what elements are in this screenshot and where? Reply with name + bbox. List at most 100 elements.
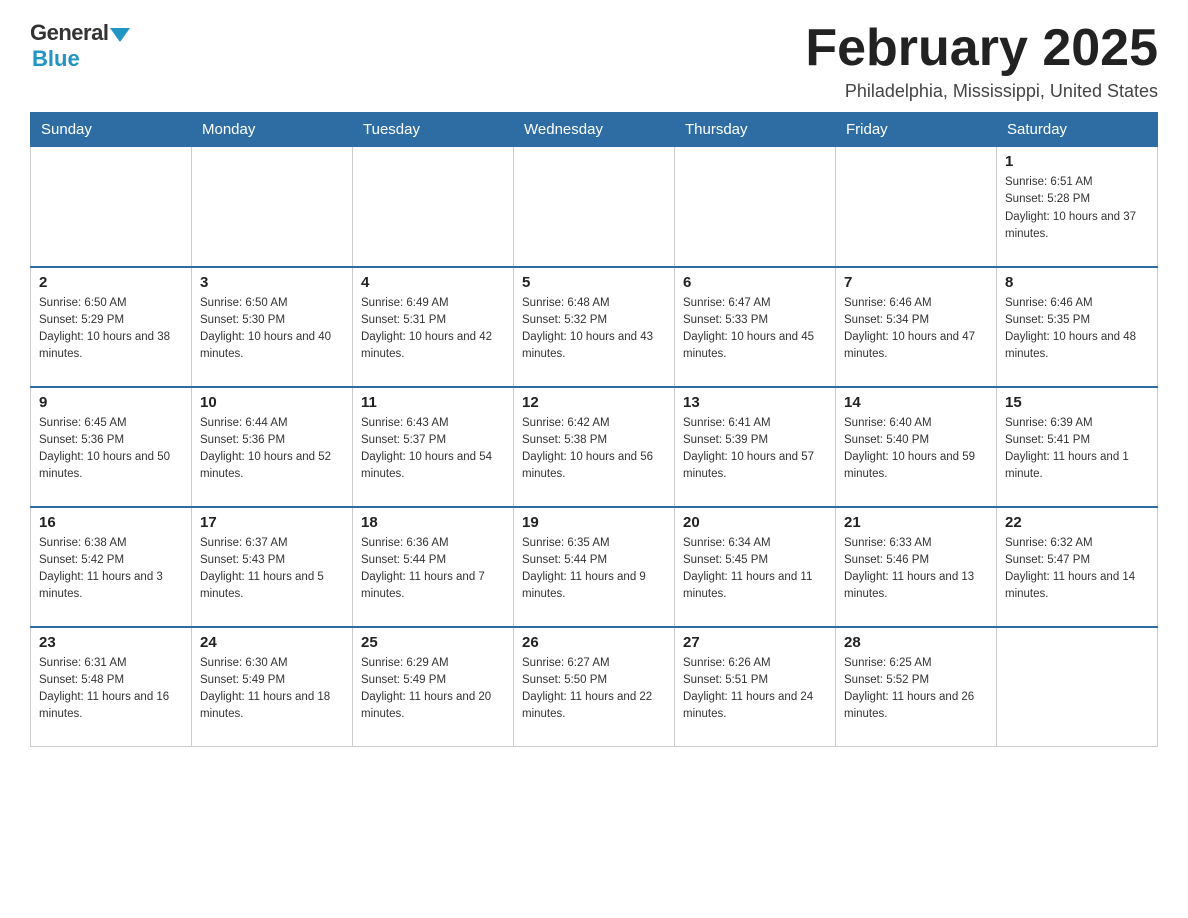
- day-number: 15: [1005, 394, 1149, 411]
- day-info: Sunrise: 6:45 AMSunset: 5:36 PMDaylight:…: [39, 415, 183, 484]
- calendar-cell: 17 Sunrise: 6:37 AMSunset: 5:43 PMDayligh…: [192, 507, 353, 627]
- logo-general-text: General: [30, 20, 108, 46]
- day-info: Sunrise: 6:33 AMSunset: 5:46 PMDaylight:…: [844, 535, 988, 604]
- calendar-cell: 18 Sunrise: 6:36 AMSunset: 5:44 PMDayligh…: [353, 507, 514, 627]
- day-number: 2: [39, 274, 183, 291]
- day-number: 28: [844, 634, 988, 651]
- location-label: Philadelphia, Mississippi, United States: [805, 81, 1158, 102]
- day-number: 9: [39, 394, 183, 411]
- calendar-cell: 16 Sunrise: 6:38 AMSunset: 5:42 PMDayligh…: [31, 507, 192, 627]
- day-info: Sunrise: 6:40 AMSunset: 5:40 PMDaylight:…: [844, 415, 988, 484]
- day-number: 14: [844, 394, 988, 411]
- calendar-cell: 2 Sunrise: 6:50 AMSunset: 5:29 PMDaylight…: [31, 267, 192, 387]
- day-info: Sunrise: 6:41 AMSunset: 5:39 PMDaylight:…: [683, 415, 827, 484]
- day-number: 22: [1005, 514, 1149, 531]
- calendar-cell: 20 Sunrise: 6:34 AMSunset: 5:45 PMDayligh…: [675, 507, 836, 627]
- weekday-header-sunday: Sunday: [31, 113, 192, 147]
- calendar-cell: 24 Sunrise: 6:30 AMSunset: 5:49 PMDayligh…: [192, 627, 353, 747]
- day-info: Sunrise: 6:46 AMSunset: 5:34 PMDaylight:…: [844, 295, 988, 364]
- logo-arrow-icon: [110, 28, 130, 42]
- day-info: Sunrise: 6:49 AMSunset: 5:31 PMDaylight:…: [361, 295, 505, 364]
- calendar-cell: [997, 627, 1158, 747]
- day-info: Sunrise: 6:44 AMSunset: 5:36 PMDaylight:…: [200, 415, 344, 484]
- month-title: February 2025: [805, 20, 1158, 77]
- day-info: Sunrise: 6:42 AMSunset: 5:38 PMDaylight:…: [522, 415, 666, 484]
- calendar-cell: 1 Sunrise: 6:51 AMSunset: 5:28 PMDaylight…: [997, 147, 1158, 267]
- day-number: 27: [683, 634, 827, 651]
- calendar-week-row: 2 Sunrise: 6:50 AMSunset: 5:29 PMDaylight…: [31, 267, 1158, 387]
- day-number: 25: [361, 634, 505, 651]
- calendar-cell: [675, 147, 836, 267]
- day-number: 11: [361, 394, 505, 411]
- day-info: Sunrise: 6:25 AMSunset: 5:52 PMDaylight:…: [844, 655, 988, 724]
- calendar-table: SundayMondayTuesdayWednesdayThursdayFrid…: [30, 112, 1158, 747]
- calendar-header-row: SundayMondayTuesdayWednesdayThursdayFrid…: [31, 113, 1158, 147]
- day-number: 21: [844, 514, 988, 531]
- calendar-week-row: 23 Sunrise: 6:31 AMSunset: 5:48 PMDayligh…: [31, 627, 1158, 747]
- calendar-cell: 13 Sunrise: 6:41 AMSunset: 5:39 PMDayligh…: [675, 387, 836, 507]
- calendar-cell: [353, 147, 514, 267]
- logo: General Blue: [30, 20, 130, 72]
- day-number: 20: [683, 514, 827, 531]
- calendar-cell: 21 Sunrise: 6:33 AMSunset: 5:46 PMDayligh…: [836, 507, 997, 627]
- calendar-cell: 11 Sunrise: 6:43 AMSunset: 5:37 PMDayligh…: [353, 387, 514, 507]
- calendar-cell: 9 Sunrise: 6:45 AMSunset: 5:36 PMDaylight…: [31, 387, 192, 507]
- calendar-cell: [31, 147, 192, 267]
- day-info: Sunrise: 6:43 AMSunset: 5:37 PMDaylight:…: [361, 415, 505, 484]
- day-info: Sunrise: 6:36 AMSunset: 5:44 PMDaylight:…: [361, 535, 505, 604]
- day-number: 19: [522, 514, 666, 531]
- calendar-cell: 23 Sunrise: 6:31 AMSunset: 5:48 PMDayligh…: [31, 627, 192, 747]
- calendar-cell: [836, 147, 997, 267]
- day-info: Sunrise: 6:51 AMSunset: 5:28 PMDaylight:…: [1005, 174, 1149, 243]
- day-number: 12: [522, 394, 666, 411]
- day-info: Sunrise: 6:31 AMSunset: 5:48 PMDaylight:…: [39, 655, 183, 724]
- day-number: 26: [522, 634, 666, 651]
- header-right: February 2025 Philadelphia, Mississippi,…: [805, 20, 1158, 102]
- calendar-week-row: 9 Sunrise: 6:45 AMSunset: 5:36 PMDaylight…: [31, 387, 1158, 507]
- calendar-cell: 12 Sunrise: 6:42 AMSunset: 5:38 PMDayligh…: [514, 387, 675, 507]
- day-info: Sunrise: 6:32 AMSunset: 5:47 PMDaylight:…: [1005, 535, 1149, 604]
- weekday-header-saturday: Saturday: [997, 113, 1158, 147]
- day-info: Sunrise: 6:48 AMSunset: 5:32 PMDaylight:…: [522, 295, 666, 364]
- calendar-cell: [514, 147, 675, 267]
- day-number: 18: [361, 514, 505, 531]
- day-info: Sunrise: 6:29 AMSunset: 5:49 PMDaylight:…: [361, 655, 505, 724]
- weekday-header-monday: Monday: [192, 113, 353, 147]
- day-number: 23: [39, 634, 183, 651]
- day-number: 3: [200, 274, 344, 291]
- calendar-cell: 15 Sunrise: 6:39 AMSunset: 5:41 PMDayligh…: [997, 387, 1158, 507]
- day-number: 17: [200, 514, 344, 531]
- day-info: Sunrise: 6:27 AMSunset: 5:50 PMDaylight:…: [522, 655, 666, 724]
- weekday-header-thursday: Thursday: [675, 113, 836, 147]
- calendar-cell: 3 Sunrise: 6:50 AMSunset: 5:30 PMDaylight…: [192, 267, 353, 387]
- day-number: 16: [39, 514, 183, 531]
- weekday-header-tuesday: Tuesday: [353, 113, 514, 147]
- day-info: Sunrise: 6:39 AMSunset: 5:41 PMDaylight:…: [1005, 415, 1149, 484]
- day-info: Sunrise: 6:50 AMSunset: 5:30 PMDaylight:…: [200, 295, 344, 364]
- day-info: Sunrise: 6:34 AMSunset: 5:45 PMDaylight:…: [683, 535, 827, 604]
- day-info: Sunrise: 6:37 AMSunset: 5:43 PMDaylight:…: [200, 535, 344, 604]
- day-info: Sunrise: 6:46 AMSunset: 5:35 PMDaylight:…: [1005, 295, 1149, 364]
- calendar-cell: 25 Sunrise: 6:29 AMSunset: 5:49 PMDayligh…: [353, 627, 514, 747]
- day-number: 8: [1005, 274, 1149, 291]
- day-number: 5: [522, 274, 666, 291]
- day-info: Sunrise: 6:35 AMSunset: 5:44 PMDaylight:…: [522, 535, 666, 604]
- calendar-cell: 6Sunrise: 6:47 AMSunset: 5:33 PMDaylight…: [675, 267, 836, 387]
- calendar-week-row: 1 Sunrise: 6:51 AMSunset: 5:28 PMDaylight…: [31, 147, 1158, 267]
- day-info: Sunrise: 6:47 AMSunset: 5:33 PMDaylight:…: [683, 295, 827, 364]
- weekday-header-wednesday: Wednesday: [514, 113, 675, 147]
- calendar-week-row: 16 Sunrise: 6:38 AMSunset: 5:42 PMDayligh…: [31, 507, 1158, 627]
- calendar-cell: [192, 147, 353, 267]
- day-number: 1: [1005, 153, 1149, 170]
- day-number: 13: [683, 394, 827, 411]
- calendar-cell: 19 Sunrise: 6:35 AMSunset: 5:44 PMDayligh…: [514, 507, 675, 627]
- weekday-header-friday: Friday: [836, 113, 997, 147]
- calendar-cell: 28 Sunrise: 6:25 AMSunset: 5:52 PMDayligh…: [836, 627, 997, 747]
- day-info: Sunrise: 6:30 AMSunset: 5:49 PMDaylight:…: [200, 655, 344, 724]
- page-header: General Blue February 2025 Philadelphia,…: [30, 20, 1158, 102]
- calendar-cell: 10Sunrise: 6:44 AMSunset: 5:36 PMDayligh…: [192, 387, 353, 507]
- day-info: Sunrise: 6:38 AMSunset: 5:42 PMDaylight:…: [39, 535, 183, 604]
- calendar-cell: 26 Sunrise: 6:27 AMSunset: 5:50 PMDayligh…: [514, 627, 675, 747]
- day-info: Sunrise: 6:50 AMSunset: 5:29 PMDaylight:…: [39, 295, 183, 364]
- day-number: 24: [200, 634, 344, 651]
